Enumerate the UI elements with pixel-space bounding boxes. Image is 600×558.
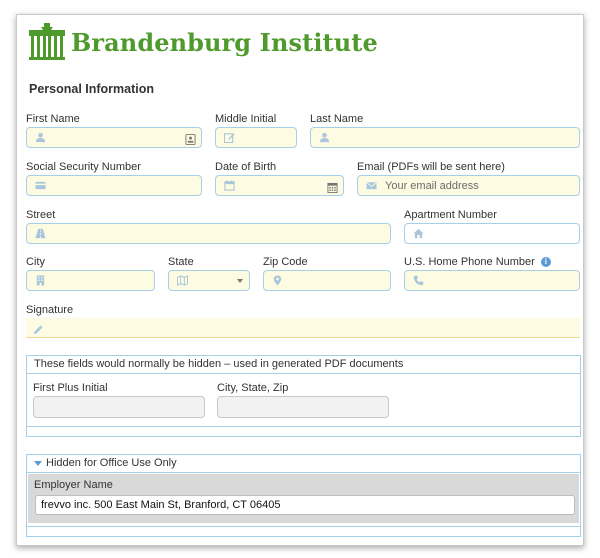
first-plus-initial-field[interactable] [33, 396, 205, 418]
brand-name: Brandenburg Institute [71, 27, 378, 57]
city-label: City [26, 256, 45, 268]
zip-field[interactable] [263, 270, 391, 291]
apartment-label: Apartment Number [404, 209, 497, 221]
office-use-body: Employer Name frevvo inc. 500 East Main … [28, 474, 579, 523]
home-phone-label-text: U.S. Home Phone Number [404, 256, 535, 268]
calendar-icon [224, 180, 235, 191]
collapse-triangle-icon[interactable] [34, 460, 42, 466]
chevron-down-icon[interactable] [237, 279, 243, 283]
card-icon [35, 180, 46, 191]
panel-footer [27, 426, 580, 436]
map-marker-icon [272, 275, 283, 286]
first-name-field[interactable] [26, 127, 202, 148]
state-label: State [168, 256, 194, 268]
home-phone-label: U.S. Home Phone Number i [404, 256, 551, 268]
middle-initial-label: Middle Initial [215, 113, 277, 125]
middle-initial-field[interactable] [215, 127, 297, 148]
dob-field[interactable] [215, 175, 344, 196]
office-use-heading-text: Hidden for Office Use Only [46, 457, 177, 469]
road-icon [35, 228, 46, 239]
brandenburg-gate-icon [29, 23, 65, 60]
office-use-heading[interactable]: Hidden for Office Use Only [27, 455, 580, 473]
calendar-picker-icon[interactable] [327, 180, 338, 193]
street-label: Street [26, 209, 56, 221]
email-field[interactable]: Your email address [357, 175, 580, 196]
office-use-panel: Hidden for Office Use Only Employer Name… [26, 454, 581, 537]
user-icon [319, 132, 330, 143]
signature-label: Signature [26, 304, 74, 316]
home-icon [413, 228, 424, 239]
state-select[interactable] [168, 270, 250, 291]
pencil-icon [33, 322, 44, 335]
city-state-zip-field[interactable] [217, 396, 389, 418]
contact-card-icon [185, 132, 196, 145]
building-icon [35, 275, 46, 286]
ssn-field[interactable] [26, 175, 202, 196]
email-label: Email (PDFs will be sent here) [357, 161, 505, 173]
employer-name-field[interactable]: frevvo inc. 500 East Main St, Branford, … [35, 495, 575, 515]
first-name-label: First Name [26, 113, 80, 125]
phone-icon [413, 275, 424, 286]
edit-icon [224, 132, 235, 143]
panel-footer [27, 526, 580, 536]
brand-logo: Brandenburg Institute [27, 22, 378, 62]
city-state-zip-label: City, State, Zip [217, 382, 289, 394]
city-field[interactable] [26, 270, 155, 291]
first-plus-initial-label: First Plus Initial [33, 382, 108, 394]
last-name-field[interactable] [310, 127, 580, 148]
employer-name-label: Employer Name [34, 479, 113, 491]
street-field[interactable] [26, 223, 391, 244]
zip-label: Zip Code [263, 256, 308, 268]
map-icon [177, 275, 188, 286]
info-icon[interactable]: i [540, 257, 551, 268]
envelope-icon [366, 180, 377, 191]
signature-field[interactable] [26, 318, 580, 338]
dob-label: Date of Birth [215, 161, 277, 173]
user-icon [35, 132, 46, 143]
ssn-label: Social Security Number [26, 161, 141, 173]
last-name-label: Last Name [310, 113, 364, 125]
home-phone-field[interactable] [404, 270, 580, 291]
section-title: Personal Information [29, 82, 155, 96]
hidden-fields-heading: These fields would normally be hidden – … [27, 356, 580, 374]
apartment-field[interactable] [404, 223, 580, 244]
email-placeholder: Your email address [385, 179, 479, 192]
